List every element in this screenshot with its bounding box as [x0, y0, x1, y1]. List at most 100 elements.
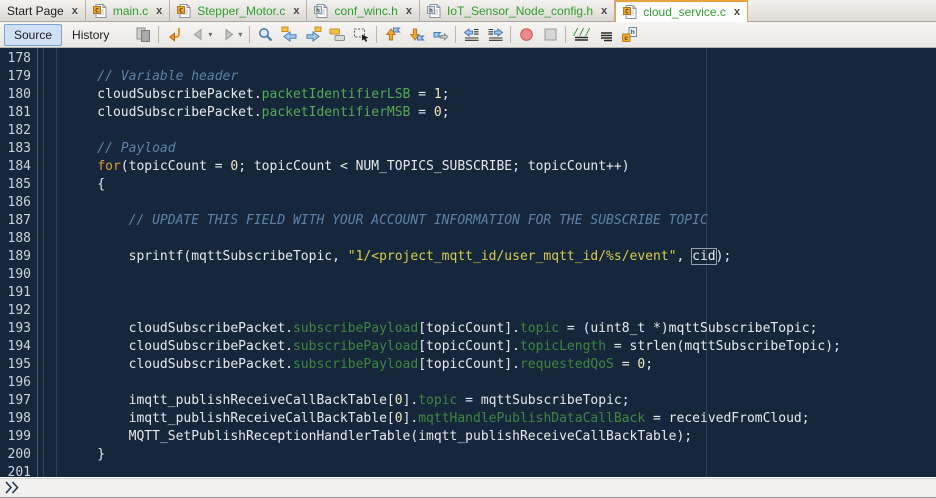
code-token: ; — [441, 105, 450, 120]
code-token: = — [410, 87, 434, 102]
history-view-button[interactable]: History — [62, 24, 119, 46]
svg-text:c: c — [624, 35, 628, 42]
code-token: ); — [715, 249, 732, 264]
code-line[interactable] — [66, 284, 936, 302]
code-token: ; — [441, 87, 450, 102]
code-line[interactable]: cloudSubscribePacket.subscribePayload[to… — [66, 356, 936, 374]
code-token: imqtt_publishReceiveCallBackTable[ — [66, 411, 395, 426]
find-selection-icon[interactable] — [253, 24, 277, 46]
code-line[interactable] — [66, 302, 936, 320]
line-number: 180 — [7, 87, 31, 102]
line-number: 183 — [7, 141, 31, 156]
code-token: = strlen(mqttSubscribeTopic); — [606, 339, 841, 354]
tab-close-icon[interactable]: x — [70, 5, 78, 17]
tab-close-icon[interactable]: x — [154, 5, 162, 17]
code-line[interactable] — [66, 194, 936, 212]
c-file-icon: C — [92, 3, 107, 18]
find-next-icon[interactable] — [301, 24, 325, 46]
tab-label: conf_winc.h — [334, 3, 398, 18]
code-line[interactable]: imqtt_publishReceiveCallBackTable[0].top… — [66, 392, 936, 410]
line-number: 187 — [7, 213, 31, 228]
shift-right-icon[interactable] — [483, 24, 507, 46]
code-line[interactable]: for(topicCount = 0; topicCount < NUM_TOP… — [66, 158, 936, 176]
code-token: subscribePayload — [292, 339, 419, 354]
code-line[interactable]: { — [66, 176, 936, 194]
code-token: // Payload — [66, 141, 176, 156]
tab-close-icon[interactable]: x — [404, 5, 412, 17]
code-line[interactable]: sprintf(mqttSubscribeTopic, "1/<project_… — [66, 248, 936, 266]
find-previous-icon[interactable] — [277, 24, 301, 46]
code-line[interactable] — [66, 374, 936, 392]
code-line[interactable] — [66, 464, 936, 477]
last-edit-icon[interactable] — [162, 24, 186, 46]
header-file-icon: h — [426, 3, 441, 18]
code-line[interactable] — [66, 266, 936, 284]
code-token: 0 — [433, 105, 442, 120]
code-token: sprintf(mqttSubscribeTopic, — [66, 249, 348, 264]
double-chevron-right-icon[interactable] — [4, 480, 20, 495]
line-number: 181 — [7, 105, 31, 120]
tab-cloud-service-c[interactable]: Ccloud_service.c x — [615, 0, 749, 22]
previous-bookmark-icon[interactable] — [380, 24, 404, 46]
code-line[interactable] — [66, 230, 936, 248]
code-line[interactable] — [66, 50, 936, 68]
toggle-header-source-icon[interactable]: hc — [617, 24, 641, 46]
toolbar-separator — [510, 26, 512, 43]
code-token: cloudSubscribePacket. — [66, 87, 262, 102]
header-file-icon: h — [314, 3, 328, 18]
tab-close-icon[interactable]: x — [599, 5, 607, 17]
tab-close-icon[interactable]: x — [291, 5, 299, 17]
tab-stepper-motor-c[interactable]: C Stepper_Motor.c x — [170, 0, 308, 21]
back-icon: ▾ — [186, 24, 216, 46]
code-line[interactable]: // Variable header — [66, 68, 936, 86]
line-number: 197 — [7, 393, 31, 408]
line-number: 178 — [7, 51, 31, 66]
tab-label: Start Page — [7, 3, 64, 18]
code-line[interactable]: // UPDATE THIS FIELD WITH YOUR ACCOUNT I… — [66, 212, 936, 230]
line-number: 200 — [7, 447, 31, 462]
code-token: [topicCount]. — [418, 321, 520, 336]
fold-guide-line — [43, 48, 44, 477]
toolbar-separator — [158, 26, 160, 43]
line-number: 179 — [7, 69, 31, 84]
line-number: 193 — [7, 321, 31, 336]
code-token: = receivedFromCloud; — [645, 411, 810, 426]
code-line[interactable]: MQTT_SetPublishReceptionHandlerTable(imq… — [66, 428, 936, 446]
code-editor[interactable]: 178 179 180 181 182 183 184 185 186 187 188 189 190 1… — [0, 48, 936, 477]
tab-close-icon[interactable]: x — [732, 6, 740, 18]
toggle-bookmark-icon[interactable] — [428, 24, 452, 46]
shift-left-icon[interactable] — [459, 24, 483, 46]
code-line[interactable]: // Payload — [66, 140, 936, 158]
rectangular-selection-icon[interactable] — [349, 24, 373, 46]
toolbar-separator — [565, 26, 567, 43]
code-line[interactable]: } — [66, 446, 936, 464]
toggle-highlight-icon[interactable] — [325, 24, 349, 46]
svg-text:C: C — [179, 6, 183, 14]
toolbar-separator — [249, 26, 251, 43]
code-line[interactable]: cloudSubscribePacket.packetIdentifierLSB… — [66, 86, 936, 104]
tab-conf-winc-h[interactable]: h conf_winc.h x — [307, 0, 420, 21]
line-number: 188 — [7, 231, 31, 246]
toolbar-separator — [455, 26, 457, 43]
code-line[interactable] — [66, 122, 936, 140]
code-line[interactable]: cloudSubscribePacket.subscribePayload[to… — [66, 338, 936, 356]
code-token: cloudSubscribePacket. — [66, 339, 293, 354]
code-line[interactable]: cloudSubscribePacket.subscribePayload[to… — [66, 320, 936, 338]
start-macro-icon[interactable] — [514, 24, 538, 46]
code-line[interactable]: imqtt_publishReceiveCallBackTable[0].mqt… — [66, 410, 936, 428]
tab-label: cloud_service.c — [643, 5, 726, 19]
code-token: = (uint8_t *)mqttSubscribeTopic; — [559, 321, 818, 336]
tab-iot-sensor-node-config-h[interactable]: h IoT_Sensor_Node_config.h x — [419, 0, 616, 21]
svg-text:C: C — [625, 8, 629, 16]
uncomment-icon[interactable] — [593, 24, 617, 46]
code-token: subscribePayload — [292, 357, 419, 372]
line-number: 195 — [7, 357, 31, 372]
tab-start-page[interactable]: Start Page x — [0, 0, 86, 21]
code-line[interactable]: cloudSubscribePacket.packetIdentifierMSB… — [66, 104, 936, 122]
code-text-area[interactable]: // Variable header cloudSubscribePacket.… — [66, 50, 936, 477]
source-view-button[interactable]: Source — [4, 23, 63, 46]
comment-icon[interactable]: /// — [569, 24, 593, 46]
tab-main-c[interactable]: Cmain.c x — [85, 0, 171, 21]
next-bookmark-icon[interactable] — [404, 24, 428, 46]
